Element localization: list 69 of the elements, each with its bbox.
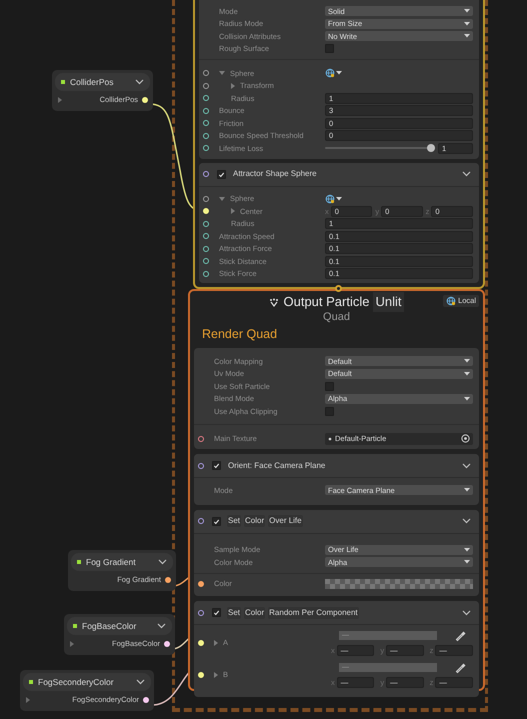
space-toggle[interactable]: [325, 68, 342, 78]
expand-arrow-icon[interactable]: [214, 672, 218, 678]
chevron-icon[interactable]: [462, 518, 471, 524]
globe-icon: [325, 194, 335, 204]
checkbox[interactable]: [325, 406, 334, 416]
node-title: FogBaseColor: [82, 620, 138, 632]
globe-icon: [446, 296, 456, 306]
context-label: Render Quad: [201, 326, 278, 343]
chevron-icon[interactable]: [158, 559, 167, 565]
checkbox[interactable]: [212, 516, 221, 526]
eyedropper-icon[interactable]: [455, 630, 467, 642]
slider[interactable]: [325, 144, 435, 152]
block-title: Random Per Component: [268, 606, 359, 618]
checkbox[interactable]: [325, 382, 334, 391]
context-title: Output Particle: [283, 293, 370, 312]
caret-icon: [336, 196, 342, 201]
expand-arrow-icon[interactable]: [70, 641, 74, 647]
checkbox[interactable]: [217, 170, 226, 178]
dot-icon: [328, 436, 332, 441]
caret-icon: [464, 34, 470, 38]
expand-arrow-icon[interactable]: [58, 97, 62, 103]
chevron-icon[interactable]: [462, 610, 471, 616]
eyedropper-icon[interactable]: [455, 662, 467, 674]
gradient-field[interactable]: [325, 578, 473, 589]
expand-arrow-icon[interactable]: [214, 640, 218, 646]
space-toggle[interactable]: [325, 194, 342, 204]
block-title: Color: [244, 515, 266, 527]
context-subtitle: Quad: [323, 310, 350, 324]
block-title: Set: [227, 606, 242, 618]
expand-arrow-icon[interactable]: [26, 697, 30, 703]
block-title: Orient: Face Camera Plane: [227, 460, 326, 472]
caret-icon: [464, 488, 470, 492]
target-icon[interactable]: [461, 434, 470, 444]
caret-icon: [464, 560, 470, 564]
caret-icon: [336, 71, 342, 76]
block-title: Color: [244, 606, 266, 618]
caret-icon: [464, 396, 470, 401]
chevron-icon[interactable]: [462, 462, 471, 468]
collapse-arrow-icon[interactable]: [219, 71, 225, 76]
checkmark-icon: [218, 170, 225, 178]
particles-icon: [269, 298, 280, 306]
expand-arrow-icon[interactable]: [231, 82, 235, 89]
block-title: Set: [227, 515, 242, 527]
flow-port[interactable]: [335, 285, 342, 292]
node-title: FogSeconderyColor: [38, 676, 115, 688]
caret-icon: [464, 9, 470, 14]
caret-icon: [464, 22, 470, 26]
slider-thumb[interactable]: [426, 144, 435, 152]
block-title: Attractor Shape Sphere: [232, 168, 318, 180]
node-title: ColliderPos: [70, 76, 114, 88]
caret-icon: [464, 548, 470, 552]
expand-arrow-icon[interactable]: [231, 208, 235, 214]
collapse-arrow-icon[interactable]: [219, 196, 225, 201]
checkbox[interactable]: [212, 461, 221, 470]
context-type: Unlit: [373, 292, 404, 312]
node-title: Fog Gradient: [86, 556, 137, 568]
checkmark-icon: [213, 609, 220, 616]
caret-icon: [464, 372, 470, 376]
chevron-icon[interactable]: [462, 171, 471, 177]
checkbox[interactable]: [212, 608, 221, 617]
checkmark-icon: [213, 518, 220, 524]
block-title: Over Life: [268, 515, 303, 527]
globe-icon: [325, 68, 335, 78]
chevron-icon[interactable]: [157, 623, 166, 629]
chevron-icon[interactable]: [135, 79, 144, 85]
checkbox[interactable]: [325, 44, 334, 54]
caret-icon: [464, 359, 470, 364]
checkmark-icon: [213, 462, 220, 469]
chevron-icon[interactable]: [136, 679, 145, 685]
